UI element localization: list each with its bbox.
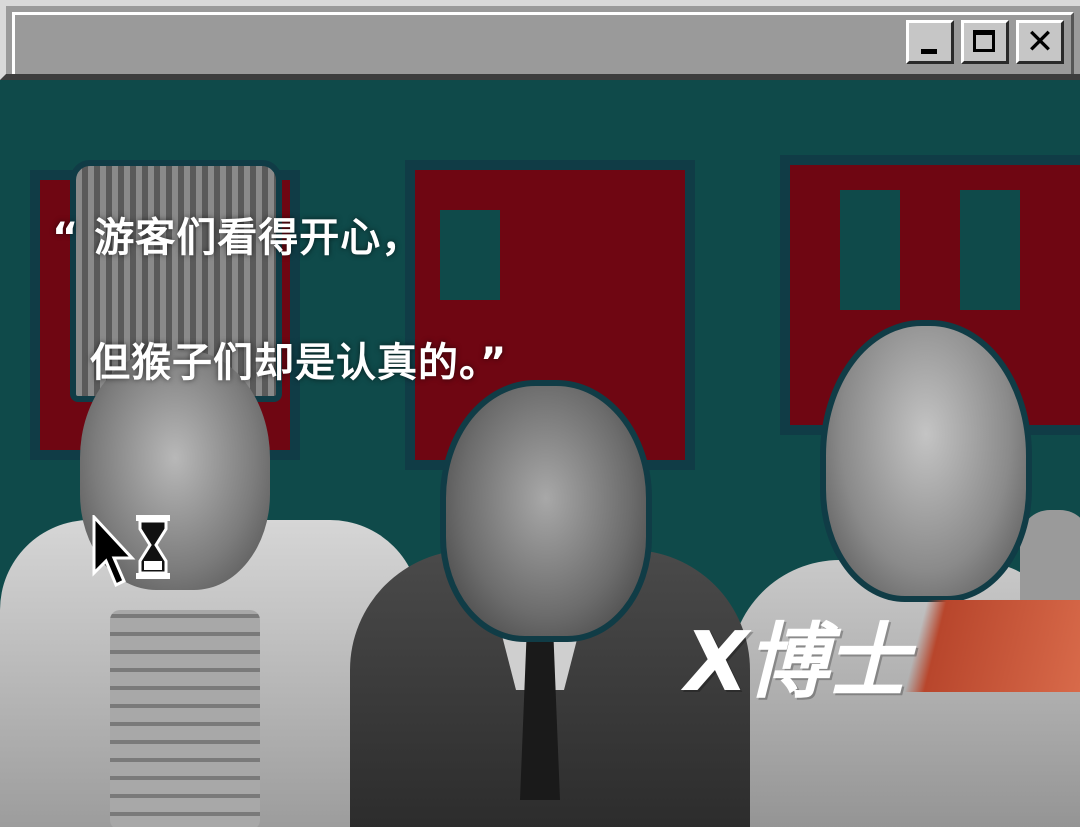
close-icon: ✕ [1025, 22, 1055, 62]
maximize-icon [973, 30, 995, 52]
quote-line-1: “ 游客们看得开心， [52, 215, 423, 261]
quote-line-2: 但猴子们却是认真的。” [90, 340, 508, 386]
minimize-icon [921, 49, 937, 54]
app-window: ✕ “ 游客们看得开心， 但猴子们却是认真的。” X博士 [0, 0, 1080, 827]
title-bar[interactable]: ✕ [0, 0, 1080, 80]
maximize-button[interactable] [961, 20, 1009, 64]
brand-logo: X博士 [685, 615, 908, 710]
poster-cutout [840, 190, 900, 310]
middle-person-face [440, 380, 652, 642]
busy-cursor-graphic [92, 513, 170, 588]
busy-cursor-icon [92, 513, 182, 595]
poster-cutout [960, 190, 1020, 310]
window-content-image: “ 游客们看得开心， 但猴子们却是认真的。” X博士 [0, 80, 1080, 827]
minimize-button[interactable] [906, 20, 954, 64]
left-person-robe-pattern [110, 610, 260, 827]
poster-cutout [440, 210, 500, 300]
right-person-face [820, 320, 1032, 602]
close-button[interactable]: ✕ [1016, 20, 1064, 64]
